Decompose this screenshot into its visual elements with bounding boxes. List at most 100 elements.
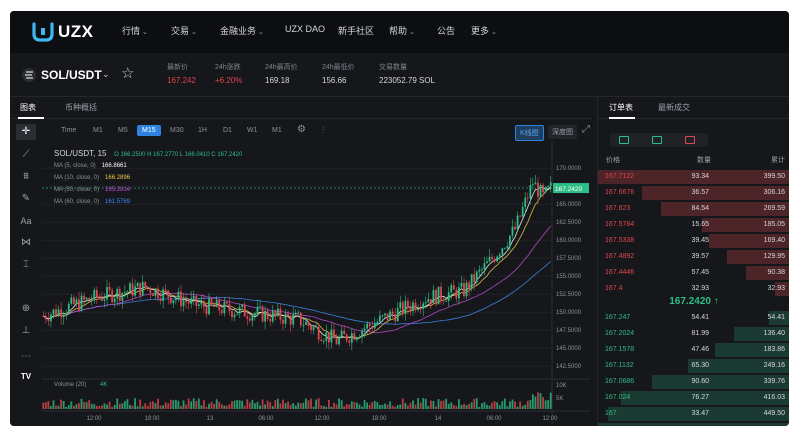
bid-row[interactable]: 167.1578 47.46 183.86 xyxy=(598,342,789,358)
crosshair-icon[interactable]: ✛ xyxy=(16,124,36,140)
bid-row[interactable]: 167 33.47 449.50 xyxy=(598,406,789,422)
ma-value: 166.2896 xyxy=(105,175,131,181)
volume-bar xyxy=(65,406,68,409)
interval-d1[interactable]: D1 xyxy=(223,127,232,134)
candle-body xyxy=(271,310,274,322)
volume-bar xyxy=(213,403,216,409)
volume-bar xyxy=(123,401,126,409)
tradingview-logo-icon: TV xyxy=(20,372,32,381)
candle-body xyxy=(213,304,216,308)
candle-body xyxy=(50,314,52,322)
interval-m30[interactable]: M30 xyxy=(170,127,184,134)
kline-button[interactable]: K线图 xyxy=(515,125,544,141)
interval-w1[interactable]: W1 xyxy=(247,127,258,134)
interval-mn[interactable]: M1 xyxy=(272,127,282,134)
volume-bar xyxy=(210,401,213,409)
text-tool-icon[interactable]: Aa xyxy=(16,213,36,229)
ask-row[interactable]: 167.623 84.54 269.59 xyxy=(598,201,789,217)
bid-row[interactable]: 167.024 76.27 416.03 xyxy=(598,390,789,406)
chevron-down-icon[interactable]: ⌄ xyxy=(102,69,110,80)
nav-item[interactable]: 行情 ⌄ xyxy=(122,24,148,37)
candle-body xyxy=(496,256,499,262)
interval-m1[interactable]: M1 xyxy=(93,127,103,134)
view-bids-icon[interactable] xyxy=(652,136,662,144)
nav-item[interactable]: 金融业务 ⌄ xyxy=(220,24,264,37)
candle-body xyxy=(534,182,537,185)
interval-time[interactable]: Time xyxy=(61,127,76,134)
volume-bar xyxy=(238,400,241,409)
depth-chart-button[interactable]: 深度图 xyxy=(548,125,577,139)
volume-bar xyxy=(241,400,244,409)
candle-body xyxy=(526,197,529,199)
ma-value: 165.2814 xyxy=(105,187,131,193)
candle-body xyxy=(95,289,98,298)
pattern-tool-icon[interactable]: ⋈ xyxy=(16,235,36,251)
nav-item[interactable]: 新手社区 xyxy=(338,24,374,37)
ask-row[interactable]: 167.6676 36.57 306.16 xyxy=(598,185,789,201)
tab-chart[interactable]: 图表 xyxy=(20,102,36,113)
bid-row[interactable]: 167.247 54.41 54.41 xyxy=(598,310,789,326)
ask-total: 306.16 xyxy=(763,189,785,196)
stat-value: 156.66 xyxy=(322,76,347,85)
tab-order-book[interactable]: 订单表 xyxy=(609,102,633,113)
volume-bar xyxy=(458,399,460,409)
ask-row[interactable]: 167.5338 39.45 169.40 xyxy=(598,233,789,249)
interval-m5[interactable]: M5 xyxy=(118,127,128,134)
measure-tool-icon[interactable]: ⌶ xyxy=(16,257,36,273)
volume-bar xyxy=(544,400,547,409)
interval-m15[interactable]: M15 xyxy=(137,125,161,136)
volume-bar xyxy=(169,399,172,409)
ask-row[interactable]: 167.4 32.93 32.93 xyxy=(598,281,789,297)
settings-gear-icon[interactable]: ⚙ xyxy=(297,124,306,135)
ask-row[interactable]: 167.4446 57.45 90.38 xyxy=(598,265,789,281)
bid-amount: 65.30 xyxy=(691,362,709,369)
interval-bar: Time M1 M5 M15 M30 1H D1 W1 M1 ⚙ ⫶ K线图 深… xyxy=(42,124,590,141)
symbol-title[interactable]: SOL/USDT xyxy=(41,68,102,82)
brand-logo[interactable]: UZX xyxy=(32,21,94,43)
candle-body xyxy=(486,261,488,264)
tab-coin-overview[interactable]: 币种概括 xyxy=(65,102,97,113)
candle-body xyxy=(491,256,493,260)
nav-item[interactable]: 帮助 ⌄ xyxy=(389,24,415,37)
interval-1h[interactable]: 1H xyxy=(198,127,207,134)
chevron-down-icon: ⌄ xyxy=(142,29,148,36)
nav-item[interactable]: 交易 ⌄ xyxy=(171,24,197,37)
volume-bar xyxy=(312,406,315,409)
candle-body xyxy=(327,332,330,343)
ask-row[interactable]: 167.5784 15.65 185.05 xyxy=(598,217,789,233)
view-asks-icon[interactable] xyxy=(685,136,695,144)
fullscreen-icon[interactable]: ⤢ xyxy=(582,124,590,135)
ask-row[interactable]: 167.4892 39.57 129.95 xyxy=(598,249,789,265)
volume-bar xyxy=(98,405,101,409)
nav-item[interactable]: UZX DAO xyxy=(285,24,325,34)
candle-body xyxy=(182,300,185,307)
nav-item[interactable]: 更多 ⌄ xyxy=(471,24,497,37)
nav-item[interactable]: 公告 xyxy=(437,24,455,37)
view-both-icon[interactable] xyxy=(619,136,629,144)
volume-bar xyxy=(180,406,182,409)
candle-body xyxy=(289,316,292,325)
bid-row[interactable]: 167.0686 90.60 339.76 xyxy=(598,374,789,390)
favorite-star-icon[interactable]: ☆ xyxy=(121,64,134,82)
volume-bar xyxy=(157,398,159,409)
indicators-icon[interactable]: ⫶ xyxy=(322,125,324,136)
tab-recent-trades[interactable]: 最新成交 xyxy=(658,102,690,113)
trendline-icon[interactable]: ⟋ xyxy=(16,147,36,163)
candle-body xyxy=(65,313,68,316)
bid-row[interactable]: 166.93724.56474.06 xyxy=(598,422,789,426)
fib-tool-icon[interactable]: ⩩ xyxy=(16,169,36,185)
brush-icon[interactable]: ✎ xyxy=(16,191,36,207)
ask-row[interactable]: 167.7122 93.34 399.50 xyxy=(598,169,789,185)
candle-body xyxy=(340,330,343,338)
candle-body xyxy=(241,304,244,307)
bid-row[interactable]: 167.1132 65.30 249.16 xyxy=(598,358,789,374)
candle-body xyxy=(172,300,175,304)
candle-body xyxy=(233,314,236,318)
candlestick-chart[interactable]: 170.0000167.5000165.0000162.5000160.0000… xyxy=(42,141,590,426)
bid-row[interactable]: 167.2024 81.99 136.40 xyxy=(598,326,789,342)
more-tools-icon[interactable]: ⋯ xyxy=(16,349,36,365)
zoom-in-icon[interactable]: ⊕ xyxy=(16,301,36,317)
volume-bar xyxy=(356,402,358,409)
volume-bar xyxy=(111,406,114,409)
ruler-icon[interactable]: ⊥ xyxy=(16,323,36,339)
